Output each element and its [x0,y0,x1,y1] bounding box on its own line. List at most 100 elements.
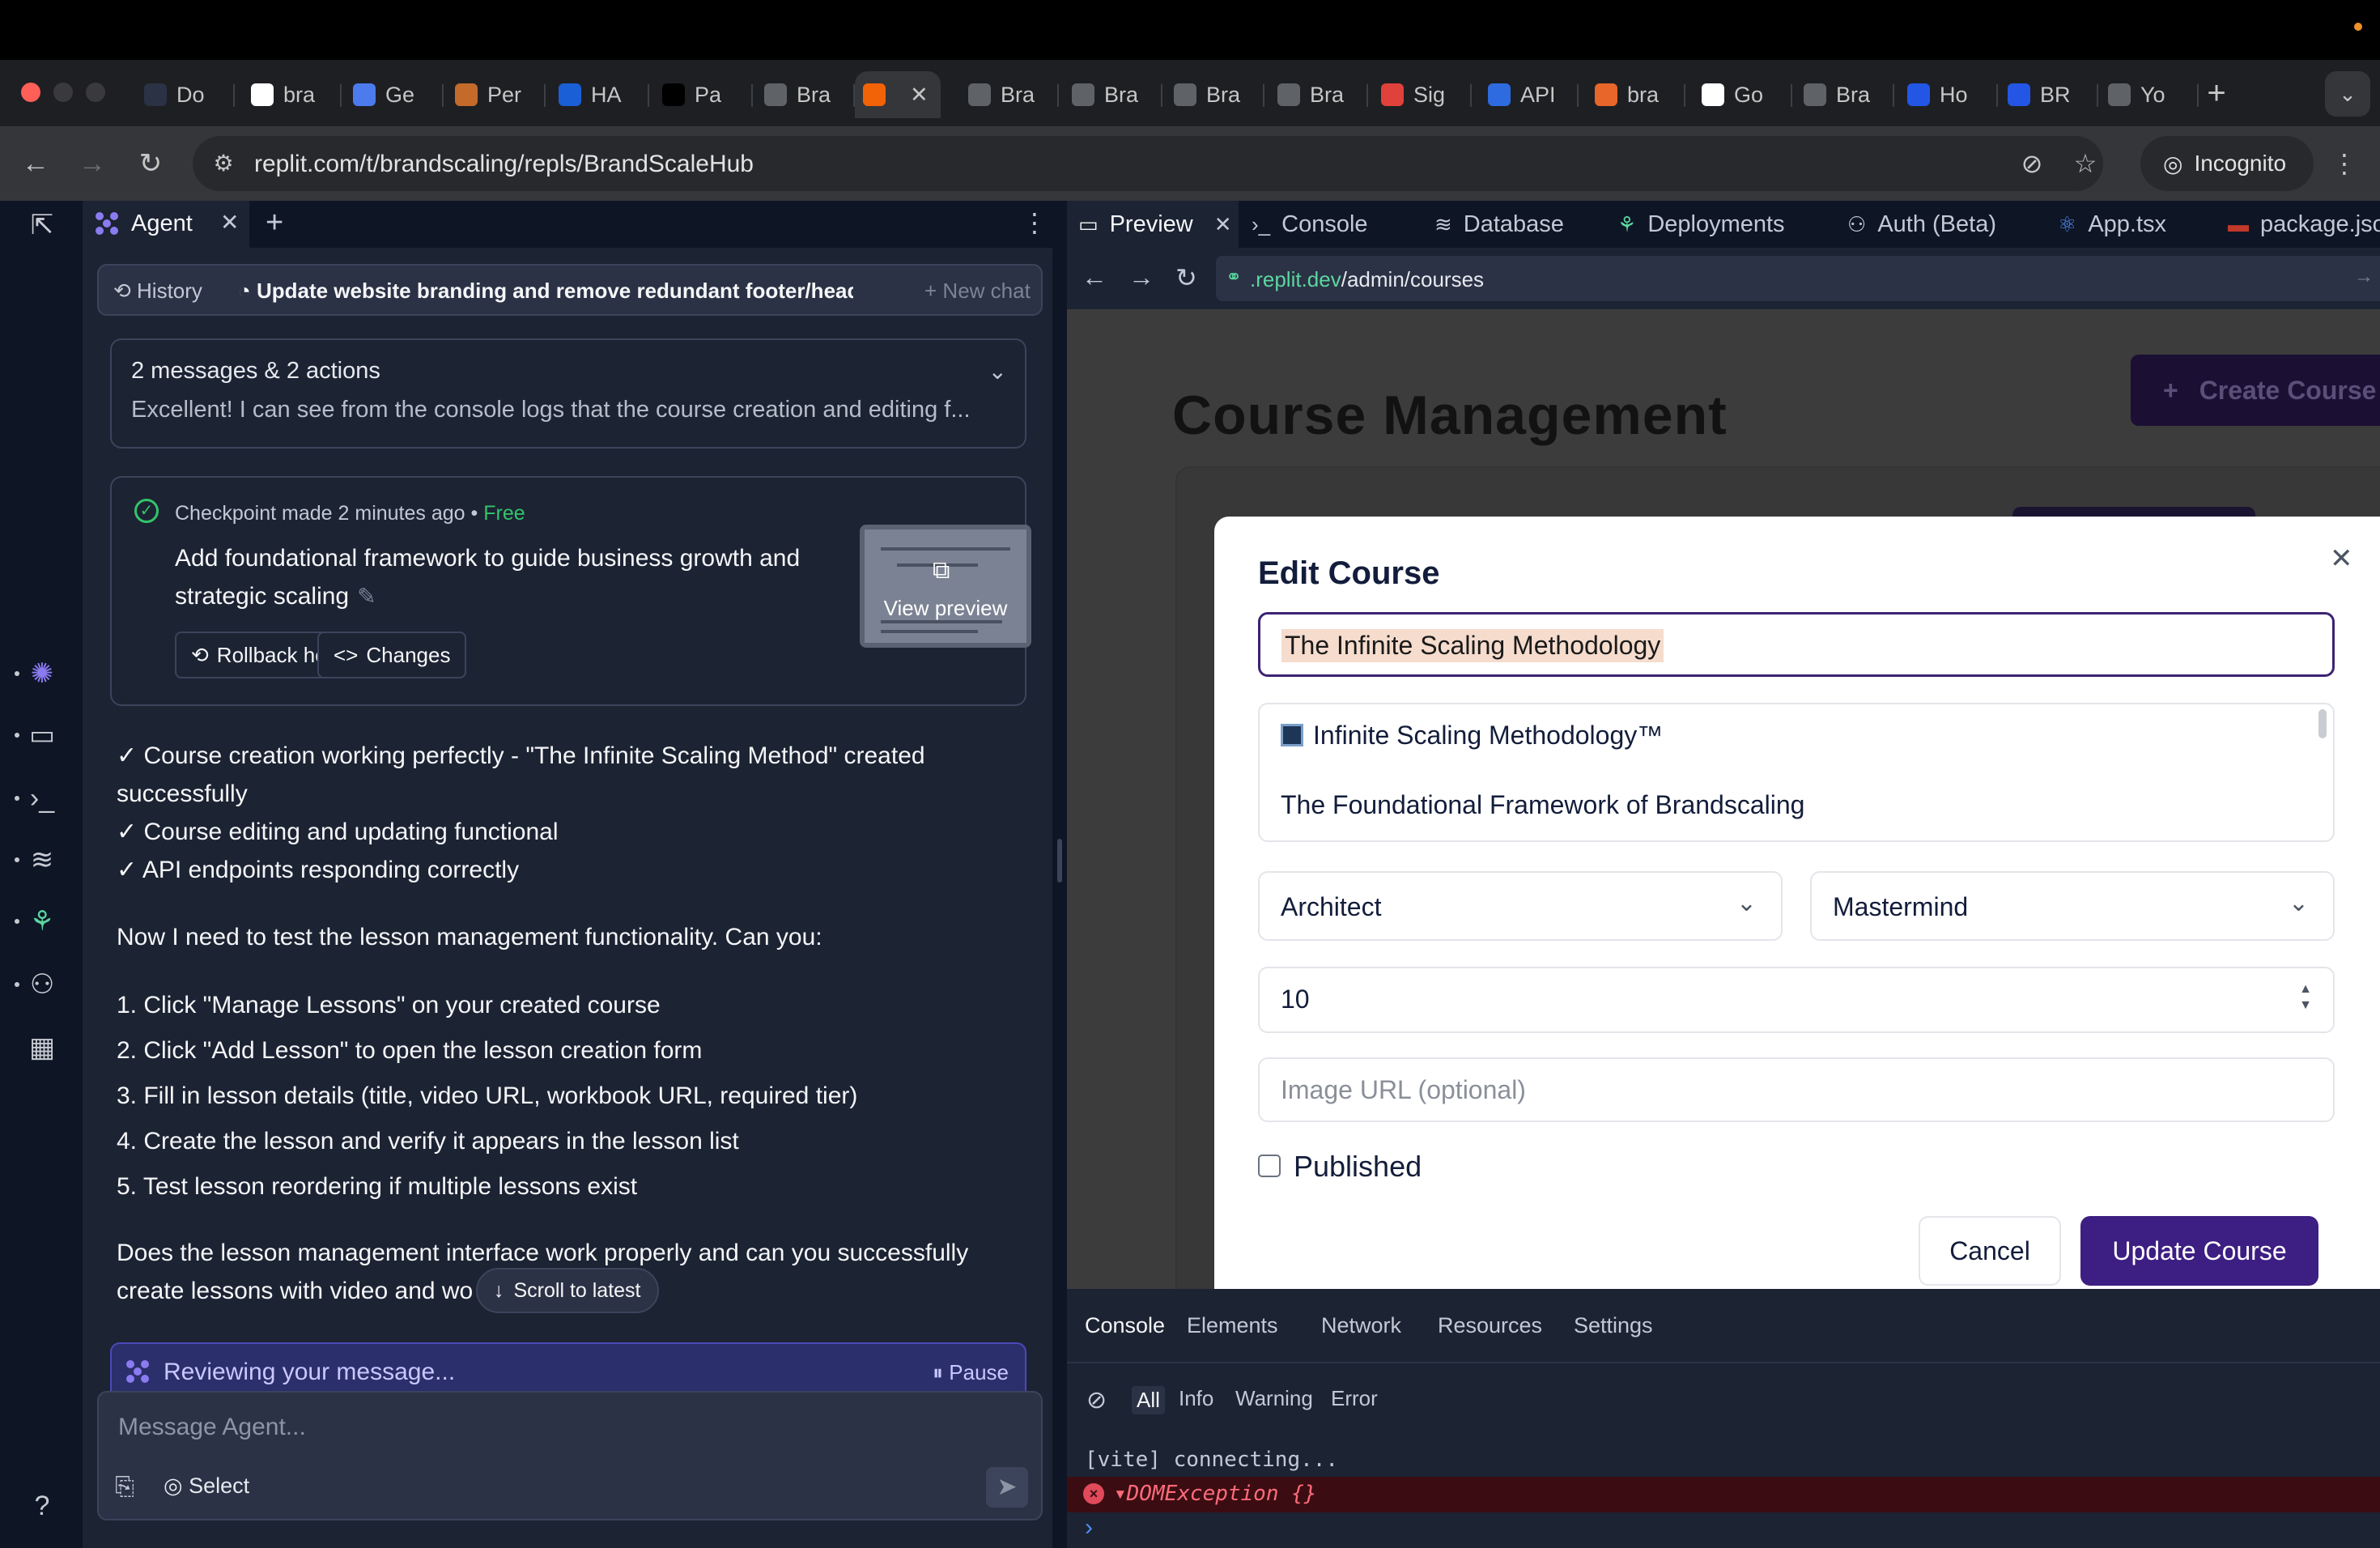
browser-tab[interactable]: Sig [1373,71,1472,118]
browser-tab[interactable]: bra [1587,71,1685,118]
image-url-input[interactable]: Image URL (optional) [1258,1057,2335,1122]
close-icon[interactable]: ✕ [220,209,239,236]
course-description-textarea[interactable]: Infinite Scaling Methodology™ The Founda… [1258,703,2335,842]
devtools-tab-settings[interactable]: Settings [1574,1313,1653,1338]
add-tab-button[interactable]: + [266,206,283,240]
browser-tab[interactable]: Ho [1899,71,1998,118]
scroll-to-latest-button[interactable]: ↓ Scroll to latest [476,1268,659,1313]
select-element-button[interactable]: ◎ Select [164,1474,249,1499]
browser-tab[interactable]: ✕ [855,71,941,118]
actions-summary-card[interactable]: 2 messages & 2 actions Excellent! I can … [110,338,1026,449]
more-options-icon[interactable]: ⋮ [1022,207,1048,238]
devtools-tab-console[interactable]: Console [1085,1313,1165,1338]
update-course-button[interactable]: Update Course [2080,1216,2318,1286]
filter-warning[interactable]: Warning [1235,1386,1313,1411]
toggle-panel-icon[interactable]: ⇱ [23,206,62,245]
eye-off-icon[interactable]: ⊘ [2012,144,2051,183]
history-button[interactable]: ⟲ History [113,279,202,304]
console-rail-icon[interactable]: ›_ [15,779,62,818]
window-close-button[interactable] [21,83,40,102]
textarea-scrollbar[interactable] [2318,709,2327,738]
tab-preview[interactable]: ▭ Preview ✕ [1067,201,1239,248]
chevron-down-icon[interactable]: ⌄ [988,358,1007,385]
tab-deployments[interactable]: ⚘ Deployments [1606,201,1796,248]
tab-search-menu-button[interactable]: ⌄ [2325,71,2370,117]
close-icon[interactable]: ✕ [910,83,929,108]
create-course-button[interactable]: + Create Course [2131,355,2380,426]
pause-button[interactable]: ⏸ Pause [933,1360,1009,1386]
site-settings-icon[interactable]: ⚙ [207,147,240,180]
attach-paperclip-icon[interactable]: ⎘ [115,1474,134,1501]
browser-tab[interactable]: Bra [1064,71,1162,118]
preview-thumbnail[interactable]: ⧉ View preview [860,525,1031,648]
order-number-input[interactable]: 10 ▲ ▼ [1258,967,2335,1033]
filter-all[interactable]: All [1132,1386,1165,1414]
tab-package-json[interactable]: ▬package.json [2216,201,2380,248]
tab-app-tsx[interactable]: ⚛ App.tsx [2046,201,2178,248]
number-stepper[interactable]: ▲ ▼ [2299,981,2312,1014]
browser-tab[interactable]: Pa [654,71,753,118]
published-checkbox[interactable] [1258,1155,1281,1177]
back-arrow-icon[interactable]: ← [16,144,55,183]
deployments-rail-icon[interactable]: ⚘ [15,902,62,941]
message-composer[interactable]: Message Agent... ⎘ ◎ Select ➤ [97,1391,1043,1520]
open-new-window-icon[interactable]: → [2354,266,2374,288]
browser-menu-icon[interactable]: ⋮ [2325,144,2364,183]
chat-title[interactable]: ◔ Update website branding and remove red… [238,279,853,304]
browser-tab[interactable]: Yo [2100,71,2199,118]
browser-tab[interactable]: Bra [756,71,855,118]
tab-database[interactable]: ≋ Database [1423,201,1575,248]
database-rail-icon[interactable]: ≋ [15,840,62,879]
back-arrow-icon[interactable]: ← [1082,262,1107,292]
browser-tab[interactable]: Per [447,71,546,118]
devtools-tab-resources[interactable]: Resources [1438,1313,1542,1338]
clear-console-icon[interactable]: ⊘ [1086,1386,1107,1414]
send-icon[interactable]: ➤ [986,1467,1028,1508]
apps-grid-icon[interactable]: ▦ [23,1028,62,1067]
help-icon[interactable]: ? [23,1486,62,1525]
browser-tab[interactable]: bra [243,71,342,118]
filter-info[interactable]: Info [1179,1386,1213,1411]
incognito-badge[interactable]: ◎ Incognito [2140,136,2314,191]
browser-tab[interactable]: HA [550,71,649,118]
address-bar-url[interactable]: replit.com/t/brandscaling/repls/BrandSca… [254,151,754,178]
tab-console[interactable]: ›_ Console [1240,201,1379,248]
browser-tab[interactable]: BR [2000,71,2098,118]
browser-tab[interactable]: Go [1694,71,1792,118]
console-error-line[interactable]: × ▾DOMException {} [1067,1477,2380,1512]
panel-resize-handle[interactable] [1052,201,1067,1548]
forward-arrow-icon[interactable]: → [1128,262,1154,292]
tab-agent[interactable]: Agent ✕ [84,201,249,248]
new-chat-button[interactable]: + New chat [924,279,1031,304]
window-minimize-button[interactable] [53,83,73,102]
changes-button[interactable]: <> Changes [317,632,467,678]
browser-tab[interactable]: Do [136,71,235,118]
close-icon[interactable]: ✕ [2330,542,2353,575]
preview-url-bar[interactable]: ⚭ .replit.dev/admin/courses → [1216,256,2380,301]
browser-tab[interactable]: Ge [345,71,444,118]
address-bar[interactable]: ⚙ replit.com/t/brandscaling/repls/BrandS… [193,136,2103,191]
bookmark-star-icon[interactable]: ☆ [2066,144,2105,183]
course-title-input[interactable]: The Infinite Scaling Methodology [1258,612,2335,677]
console-prompt-icon[interactable]: › [1085,1514,1093,1542]
cancel-button[interactable]: Cancel [1919,1216,2061,1286]
tab-auth[interactable]: ⚇ Auth (Beta) [1836,201,2008,248]
reload-icon[interactable]: ↻ [1175,262,1197,293]
devtools-tab-elements[interactable]: Elements [1187,1313,1278,1338]
browser-tab[interactable]: Bra [1269,71,1368,118]
browser-tab[interactable]: API [1480,71,1579,118]
level-select[interactable]: Mastermind ⌄ [1810,871,2335,941]
browser-tab[interactable]: Bra [1166,71,1264,118]
reload-icon[interactable]: ↻ [131,144,170,183]
browser-tab[interactable]: Bra [1796,71,1894,118]
published-label[interactable]: Published [1294,1150,1422,1184]
browser-tab[interactable]: Bra [960,71,1059,118]
auth-rail-icon[interactable]: ⚇ [15,965,62,1004]
devtools-tab-network[interactable]: Network [1321,1313,1401,1338]
preview-rail-icon[interactable]: ▭ [15,716,62,755]
agent-rail-icon[interactable]: ✺ [15,654,62,693]
tier-select[interactable]: Architect ⌄ [1258,871,1783,941]
message-input[interactable]: Message Agent... [118,1414,306,1441]
window-zoom-button[interactable] [86,83,105,102]
forward-arrow-icon[interactable]: → [73,144,112,183]
